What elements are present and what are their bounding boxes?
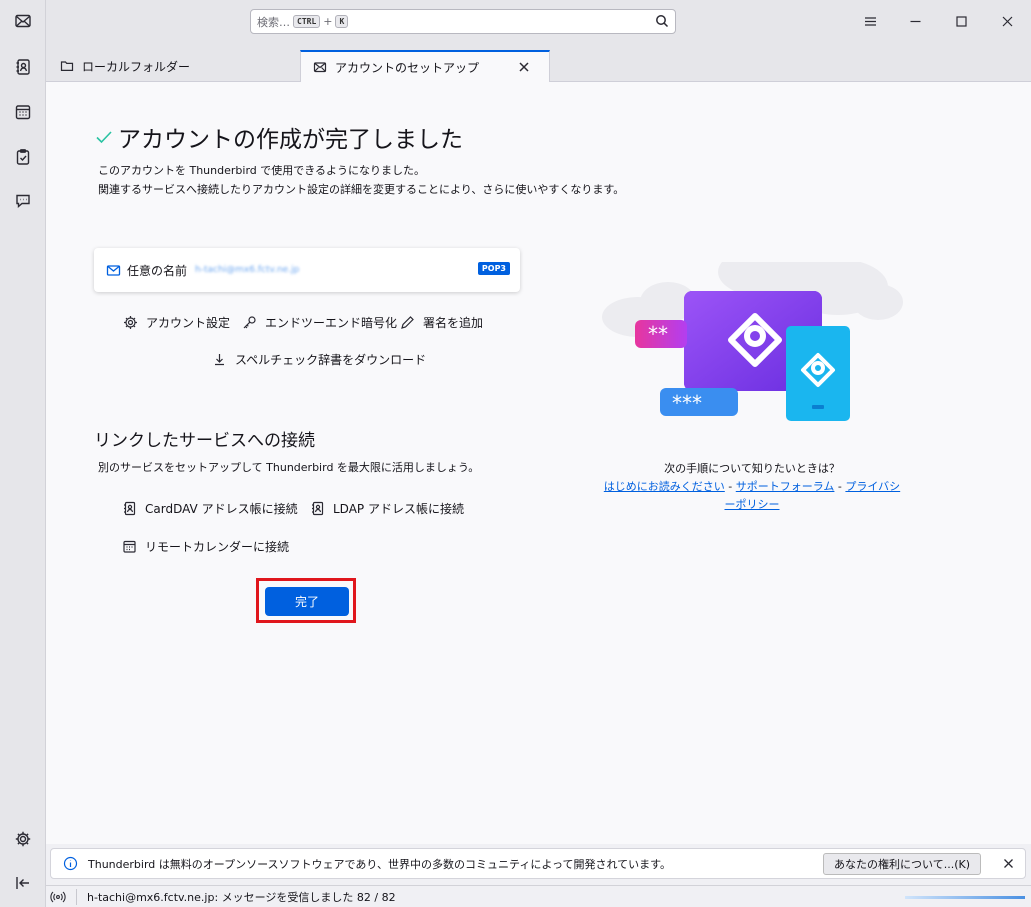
tasks-icon[interactable] <box>10 144 36 170</box>
account-mail-icon <box>106 264 121 276</box>
remote-calendar-connect-button[interactable]: リモートカレンダーに接続 <box>122 538 289 555</box>
chat-icon[interactable] <box>10 188 36 214</box>
account-settings-label: アカウント設定 <box>146 316 231 330</box>
account-name: 任意の名前 <box>127 263 188 278</box>
search-placeholder: 検索… <box>257 15 290 29</box>
description-line-2: 関連するサービスへ接続したりアカウント設定の詳細を変更することにより、さらに使い… <box>98 183 625 196</box>
remote-calendar-connect-label: リモートカレンダーに接続 <box>145 540 290 554</box>
e2e-encryption-button[interactable]: エンドツーエンド暗号化 <box>242 314 397 331</box>
search-input[interactable]: 検索… CTRL + K <box>250 9 676 34</box>
shortcut-key-ctrl: CTRL <box>293 15 321 28</box>
readme-link[interactable]: はじめにお読みください <box>604 480 725 493</box>
minimize-icon[interactable] <box>904 10 926 32</box>
e2e-encryption-label: エンドツーエンド暗号化 <box>265 316 398 330</box>
status-text: h-tachi@mx6.fctv.ne.jp: メッセージを受信しました 82 … <box>87 890 396 904</box>
svg-text:***: *** <box>672 391 702 415</box>
ldap-connect-label: LDAP アドレス帳に接続 <box>333 502 464 516</box>
online-status-icon[interactable] <box>50 889 66 905</box>
page-description: このアカウントを Thunderbird で使用できるようになりました。 関連す… <box>98 161 624 199</box>
spellcheck-download-button[interactable]: スペルチェック辞書をダウンロード <box>212 351 426 368</box>
address-book-icon[interactable] <box>10 54 36 80</box>
mail-icon[interactable] <box>10 8 36 34</box>
support-forum-link[interactable]: サポートフォーラム <box>736 480 835 493</box>
notification-text: Thunderbird は無料のオープンソースソフトウェアであり、世界中の多数の… <box>88 857 672 871</box>
download-icon <box>215 354 224 366</box>
calendar-icon[interactable] <box>10 99 36 125</box>
spaces-toolbar <box>0 0 46 907</box>
account-settings-button[interactable]: アカウント設定 <box>123 314 230 331</box>
help-links: はじめにお読みください - サポートフォーラム - プライバシーポリシー <box>602 478 902 514</box>
spellcheck-download-label: スペルチェック辞書をダウンロード <box>235 353 427 367</box>
gear-icon[interactable] <box>10 826 36 852</box>
folder-icon <box>60 61 74 71</box>
add-signature-button[interactable]: 署名を追加 <box>400 314 483 331</box>
tab-label: アカウントのセットアップ <box>335 60 480 75</box>
done-button[interactable]: 完了 <box>265 587 349 616</box>
search-icon[interactable] <box>655 14 669 28</box>
gear-icon <box>124 316 137 329</box>
close-tab-icon[interactable] <box>517 60 531 74</box>
help-separator: - <box>724 480 736 493</box>
page-title-text: アカウントの作成が完了しました <box>118 127 463 153</box>
collapse-icon[interactable] <box>10 870 36 896</box>
carddav-connect-button[interactable]: CardDAV アドレス帳に接続 <box>122 500 298 517</box>
pencil-icon <box>401 316 414 329</box>
account-email: h-tachi@mx6.fctv.ne.jp <box>195 265 300 275</box>
status-bar: h-tachi@mx6.fctv.ne.jp: メッセージを受信しました 82 … <box>46 885 1031 907</box>
key-icon <box>243 316 256 329</box>
menu-icon[interactable] <box>859 10 881 32</box>
account-setup-page: アカウントの作成が完了しました このアカウントを Thunderbird で使用… <box>46 82 1031 844</box>
calendar-icon <box>123 540 136 553</box>
page-title: アカウントの作成が完了しました <box>94 120 463 154</box>
tab-account-setup[interactable]: アカウントのセットアップ <box>300 50 550 82</box>
add-signature-label: 署名を追加 <box>423 316 484 330</box>
carddav-connect-label: CardDAV アドレス帳に接続 <box>145 502 298 516</box>
title-bar: 検索… CTRL + K <box>46 0 1031 44</box>
address-book-icon <box>124 501 136 516</box>
maximize-icon[interactable] <box>950 10 972 32</box>
help-separator: - <box>834 480 846 493</box>
linked-services-title: リンクしたサービスへの接続 <box>94 431 315 451</box>
account-card[interactable]: 任意の名前 h-tachi@mx6.fctv.ne.jp POP3 <box>94 248 520 292</box>
ldap-connect-button[interactable]: LDAP アドレス帳に接続 <box>310 500 464 517</box>
status-separator <box>76 888 77 905</box>
shortcut-plus: + <box>323 15 333 28</box>
tab-bar: ローカルフォルダー アカウントのセットアップ <box>46 44 1031 82</box>
close-icon[interactable] <box>1002 857 1015 870</box>
mail-setup-icon <box>313 62 327 73</box>
close-window-icon[interactable] <box>996 10 1018 32</box>
check-icon <box>96 131 112 144</box>
info-icon <box>63 856 78 871</box>
linked-services-description: 別のサービスをセットアップして Thunderbird を最大限に活用しましょう… <box>98 461 480 474</box>
illustration: ** *** <box>602 262 903 421</box>
description-line-1: このアカウントを Thunderbird で使用できるようになりました。 <box>98 164 426 177</box>
activity-progress <box>905 896 1025 899</box>
know-your-rights-button[interactable]: あなたの権利について...(K) <box>823 853 981 875</box>
svg-text:**: ** <box>648 322 668 346</box>
tab-local-folders[interactable]: ローカルフォルダー <box>48 50 298 82</box>
address-book-icon <box>312 501 324 516</box>
help-question: 次の手順について知りたいときは？ <box>664 462 840 475</box>
protocol-badge: POP3 <box>477 262 510 275</box>
tab-label: ローカルフォルダー <box>82 59 191 74</box>
help-section: 次の手順について知りたいときは？ はじめにお読みください - サポートフォーラム… <box>602 460 902 514</box>
shortcut-key-k: K <box>335 15 349 28</box>
notification-bar: Thunderbird は無料のオープンソースソフトウェアであり、世界中の多数の… <box>50 848 1026 879</box>
